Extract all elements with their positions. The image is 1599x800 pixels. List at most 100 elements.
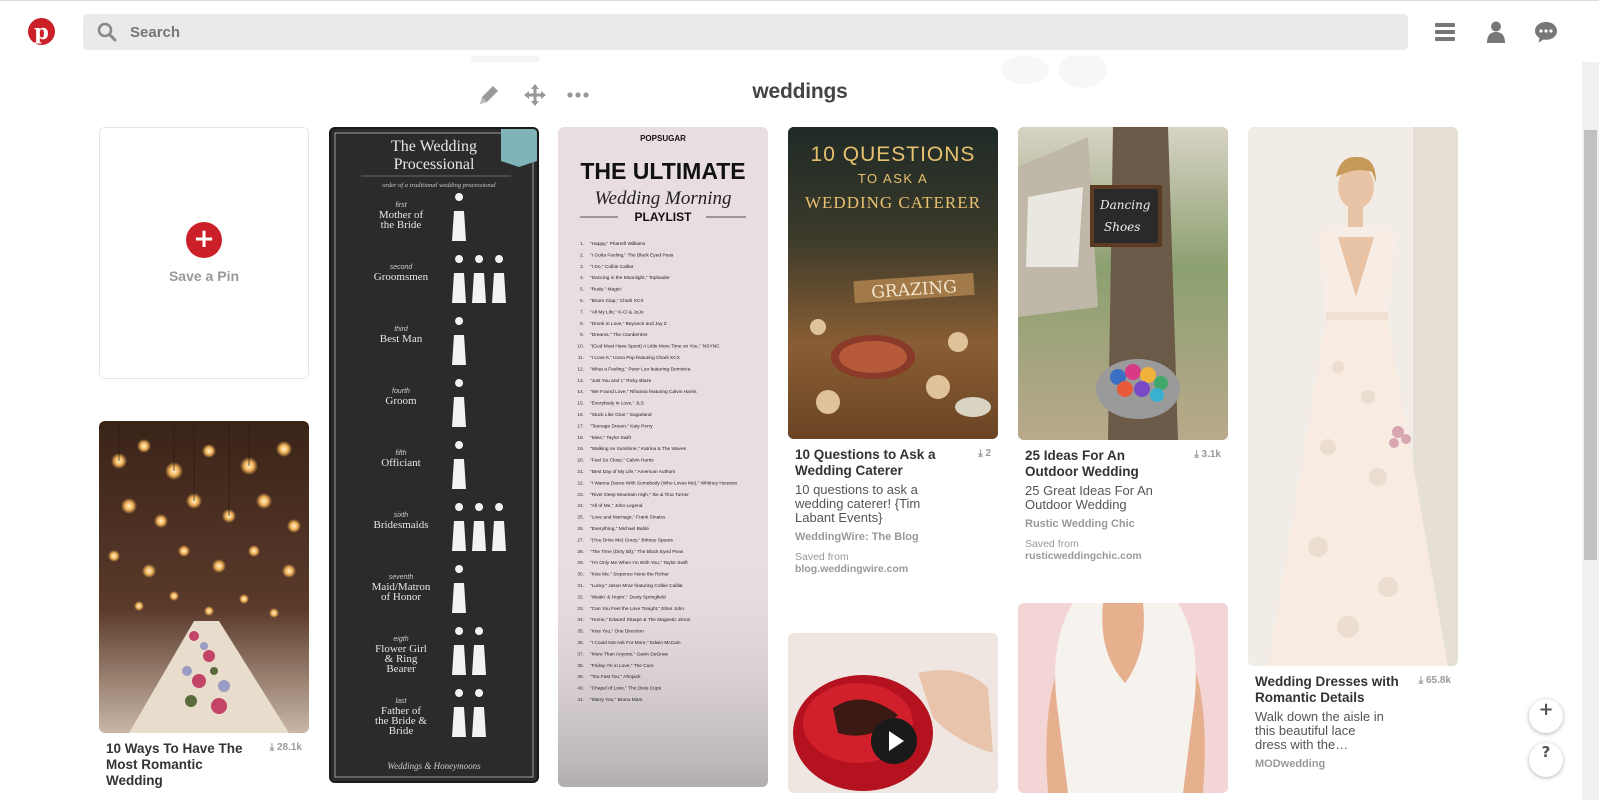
playlist-song-number: 6. bbox=[580, 298, 584, 304]
playlist-song: "We Found Love," Rihanna featuring Calvi… bbox=[590, 389, 697, 395]
play-video-icon[interactable] bbox=[871, 718, 917, 764]
playlist-song-number: 1. bbox=[580, 241, 584, 247]
playlist-song-number: 15. bbox=[577, 401, 584, 407]
playlist-song: "Too Fast Too," Afrojack bbox=[590, 674, 641, 680]
playlist-song-number: 39. bbox=[577, 674, 584, 680]
playlist-song: "Just You and I," Ricky Blaze bbox=[590, 378, 652, 384]
more-options-icon[interactable] bbox=[565, 82, 591, 108]
move-arrows-icon[interactable] bbox=[522, 82, 548, 108]
playlist-song: "Kiss You," One Direction bbox=[590, 629, 644, 635]
playlist-song-number: 14. bbox=[577, 389, 584, 395]
repin-count: ⤓ 2 bbox=[978, 448, 991, 459]
processional-role-name: Bride bbox=[389, 725, 414, 737]
profile-icon[interactable] bbox=[1483, 19, 1509, 45]
playlist-song-number: 18. bbox=[577, 435, 584, 441]
processional-ordinal: sixth bbox=[394, 512, 409, 519]
processional-role-name: Bridesmaids bbox=[374, 519, 429, 531]
saved-from-label: Saved from bbox=[1025, 538, 1079, 550]
processional-ordinal: fifth bbox=[395, 450, 406, 457]
playlist-song-number: 26. bbox=[577, 526, 584, 532]
processional-figure bbox=[452, 441, 466, 489]
scrollbar-thumb[interactable] bbox=[1584, 130, 1597, 560]
pinterest-logo-icon[interactable]: p bbox=[28, 18, 55, 45]
playlist-song-number: 4. bbox=[580, 275, 584, 281]
pin-outdoor-wedding[interactable]: Dancing Shoes 25 Ideas For An Outdoor Wed… bbox=[1018, 127, 1228, 562]
pin-title[interactable]: 10 Ways To Have The Most Romantic Weddin… bbox=[106, 741, 256, 789]
pin-image-lights[interactable] bbox=[99, 421, 309, 733]
playlist-song: "I Do," Colbie Caillat bbox=[590, 264, 634, 270]
playlist-song: "Dreams," The Cranberries bbox=[590, 332, 648, 338]
playlist-song-number: 36. bbox=[577, 640, 584, 646]
pin-image-dress[interactable] bbox=[1248, 127, 1458, 666]
pin-image-caterer[interactable]: 10 QUESTIONS TO ASK A WEDDING CATERER GR… bbox=[788, 127, 998, 439]
saved-from-url[interactable]: blog.weddingwire.com bbox=[795, 563, 908, 575]
page-scrollbar[interactable] bbox=[1582, 62, 1599, 800]
menu-icon[interactable] bbox=[1432, 19, 1458, 45]
playlist-song: "Walking on Sunshine," Katrina & The Wav… bbox=[590, 446, 687, 452]
pin-wedding-caterer[interactable]: 10 QUESTIONS TO ASK A WEDDING CATERER GR… bbox=[788, 127, 998, 575]
processional-figure bbox=[492, 255, 506, 303]
playlist-song: "Happy," Pharrell Williams bbox=[590, 241, 646, 247]
search-bar[interactable] bbox=[83, 14, 1408, 50]
pin-wedding-processional[interactable]: The Wedding Processional order of a trad… bbox=[329, 127, 539, 783]
playlist-song: "Stuck Like Glue," Sugarland bbox=[590, 412, 652, 418]
playlist-song-number: 13. bbox=[577, 378, 584, 384]
pin-source[interactable]: Rustic Wedding Chic bbox=[1025, 518, 1221, 530]
playlist-song: "Drunk in Love," Beyoncé and Jay Z bbox=[590, 321, 667, 327]
repin-count-value: 28.1k bbox=[276, 742, 302, 753]
processional-ordinal: first bbox=[395, 202, 407, 209]
processional-ordinal: third bbox=[394, 326, 409, 333]
add-pin-floating-button[interactable]: + bbox=[1529, 699, 1563, 733]
playlist-song: "I Love It," Icona Pop featuring Charli … bbox=[590, 355, 681, 361]
search-input[interactable] bbox=[130, 14, 1330, 50]
processional-role-name: Groom bbox=[385, 395, 417, 407]
processional-ordinal: eigth bbox=[393, 636, 408, 643]
pin-image-processional[interactable]: The Wedding Processional order of a trad… bbox=[329, 127, 539, 783]
pin-title[interactable]: 10 Questions to Ask a Wedding Caterer bbox=[795, 447, 945, 479]
pin-image-cookie[interactable] bbox=[788, 633, 998, 793]
pin-romantic-wedding[interactable]: 10 Ways To Have The Most Romantic Weddin… bbox=[99, 421, 309, 789]
playlist-song: "I'm Only Me When I'm With You," Taylor … bbox=[590, 560, 688, 566]
pin-image-playlist[interactable]: POPSUGAR THE ULTIMATE Wedding Morning PL… bbox=[558, 127, 768, 787]
processional-figure bbox=[472, 503, 486, 551]
playlist-song: "Best Day of My Life," American Authors bbox=[590, 469, 676, 475]
playlist-song: "The Time (Dirty Bit)," The Black Eyed P… bbox=[590, 549, 684, 555]
playlist-song: "Love and Marriage," Frank Sinatra bbox=[590, 515, 665, 521]
playlist-song: "Dancing in the Moonlight," Toploader bbox=[590, 275, 670, 281]
pin-wedding-dress[interactable]: Wedding Dresses with Romantic Details ⤓ … bbox=[1248, 127, 1458, 770]
pin-wedding-playlist[interactable]: POPSUGAR THE ULTIMATE Wedding Morning PL… bbox=[558, 127, 768, 787]
pin-image-lace-back[interactable] bbox=[1018, 603, 1228, 793]
processional-ordinal: seventh bbox=[389, 574, 414, 581]
playlist-song-number: 10. bbox=[577, 344, 584, 350]
processional-figure bbox=[452, 627, 466, 675]
edit-pencil-icon[interactable] bbox=[476, 82, 502, 108]
save-a-pin-label: Save a Pin bbox=[168, 268, 240, 284]
playlist-song-number: 3. bbox=[580, 264, 584, 270]
playlist-song-number: 29. bbox=[577, 560, 584, 566]
playlist-song: "Lucky," Jason Mraz featuring Colbie Cai… bbox=[590, 583, 683, 589]
pin-image-outdoor[interactable]: Dancing Shoes bbox=[1018, 127, 1228, 440]
pin-lace-back-dress[interactable] bbox=[1018, 603, 1228, 793]
playlist-song-number: 20. bbox=[577, 458, 584, 464]
processional-subtitle: order of a traditional wedding processio… bbox=[382, 182, 496, 189]
pin-source[interactable]: MODwedding bbox=[1255, 758, 1451, 770]
help-button[interactable]: ? bbox=[1529, 743, 1563, 777]
messages-icon[interactable] bbox=[1533, 19, 1559, 45]
pin-title[interactable]: 25 Ideas For An Outdoor Wedding bbox=[1025, 448, 1175, 480]
add-pin-icon[interactable]: + bbox=[186, 222, 222, 258]
playlist-song: "Marry You," Bruno Mars bbox=[590, 697, 643, 703]
playlist-song-number: 27. bbox=[577, 537, 584, 543]
playlist-song: "Home," Edward Sharpe & The Magnetic Zer… bbox=[590, 617, 691, 623]
pin-source[interactable]: WeddingWire: The Blog bbox=[795, 531, 991, 543]
playlist-song: "(God Must Have Spent) A Little More Tim… bbox=[590, 344, 720, 350]
processional-title-1: The Wedding bbox=[391, 138, 477, 155]
playlist-song: "All My Life," K-Ci & JoJo bbox=[590, 309, 644, 315]
playlist-song-number: 17. bbox=[577, 423, 584, 429]
processional-figure bbox=[452, 565, 466, 613]
save-a-pin-card[interactable]: + Save a Pin bbox=[99, 127, 309, 379]
playlist-song-number: 41. bbox=[577, 697, 584, 703]
repin-count-value: 65.8k bbox=[1425, 675, 1451, 686]
pin-title[interactable]: Wedding Dresses with Romantic Details bbox=[1255, 674, 1405, 706]
saved-from-url[interactable]: rusticweddingchic.com bbox=[1025, 550, 1142, 562]
pin-red-velvet-video[interactable] bbox=[788, 633, 998, 793]
